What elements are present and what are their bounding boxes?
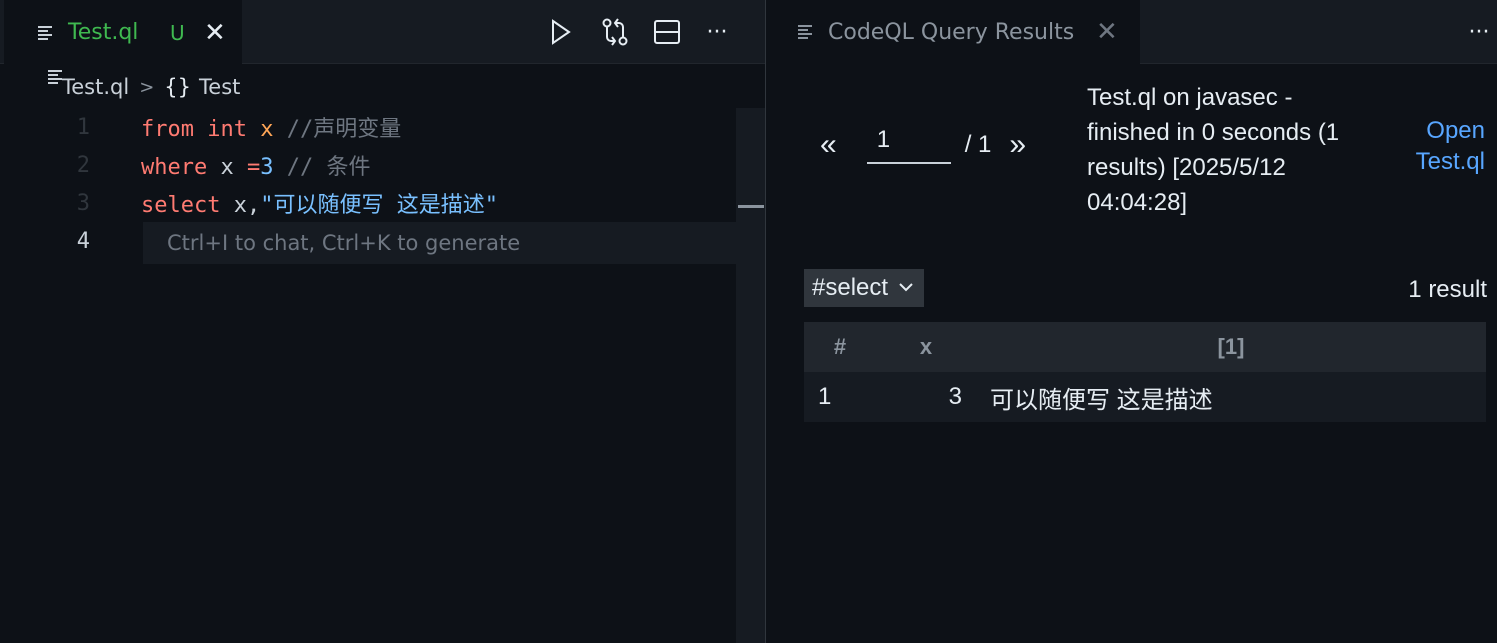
code-text: where x =3 // 条件: [141, 149, 370, 181]
close-icon[interactable]: ✕: [1096, 17, 1118, 47]
chevron-right-icon: >: [139, 76, 155, 98]
tab-codeql-results[interactable]: CodeQL Query Results ✕: [766, 0, 1140, 64]
breadcrumb-file[interactable]: Test.ql: [62, 75, 129, 99]
page-input[interactable]: 1: [866, 126, 951, 164]
comment: //声明变量: [286, 117, 402, 142]
query-summary: Test.ql on javasec - finished in 0 secon…: [1087, 84, 1340, 216]
number-literal: 3: [260, 155, 274, 180]
split-editor-icon[interactable]: [649, 14, 685, 50]
tab-test-ql[interactable]: Test.ql U ✕: [4, 0, 242, 64]
line-number: 3: [76, 190, 90, 216]
code-line: 2 where x =3 // 条件: [0, 146, 736, 184]
variable: x,: [233, 193, 261, 218]
results-pane: CodeQL Query Results ✕ ··· « 1 / 1 » Tes…: [766, 0, 1497, 643]
keyword: select: [141, 193, 221, 218]
results-tabbar: CodeQL Query Results ✕ ···: [766, 0, 1497, 64]
column-header-1[interactable]: [1]: [976, 322, 1486, 372]
chevron-down-icon: [898, 279, 914, 297]
keyword: from: [141, 117, 194, 142]
page-total: / 1: [964, 131, 992, 158]
more-actions-icon[interactable]: ···: [1461, 14, 1497, 50]
line-number: 4: [76, 228, 90, 254]
type-keyword: int: [207, 117, 247, 142]
file-lines-icon: [798, 25, 814, 39]
more-actions-icon[interactable]: ···: [699, 14, 735, 50]
comment: // 条件: [286, 155, 371, 180]
query-results: « 1 / 1 » Test.ql on javasec - finished …: [766, 64, 1497, 643]
run-icon[interactable]: [543, 14, 579, 50]
breadcrumb: Test.ql > {} Test: [48, 70, 240, 104]
open-query-link[interactable]: Open Test.ql: [1385, 115, 1485, 177]
code-editor[interactable]: 1 from int x //声明变量 2 where x =3 // 条件 3…: [0, 108, 765, 643]
pagination: « 1 / 1 »: [820, 126, 1026, 164]
string-literal: "可以随便写 这是描述": [260, 193, 498, 218]
code-text: from int x //声明变量: [141, 111, 401, 143]
untracked-badge: U: [170, 20, 185, 45]
editor-tabbar: Test.ql U ✕ ···: [0, 0, 765, 64]
table-row: 1 3 可以随便写 这是描述: [804, 372, 1486, 422]
file-lines-icon: [38, 25, 54, 40]
prev-page-button[interactable]: «: [820, 128, 837, 162]
next-page-button[interactable]: »: [1009, 128, 1026, 162]
result-set-value: #select: [812, 274, 889, 301]
inline-chat-hint: Ctrl+I to chat, Ctrl+K to generate: [143, 222, 763, 264]
code-line: 1 from int x //声明变量: [0, 108, 736, 146]
variable: x: [220, 155, 234, 180]
column-header-index[interactable]: #: [804, 322, 876, 372]
code-text: select x,"可以随便写 这是描述": [141, 187, 498, 219]
column-header-x[interactable]: x: [876, 322, 976, 372]
editor-pane: Test.ql U ✕ ··· Test.ql > {} Test 1 from…: [0, 0, 765, 643]
editor-actions: ···: [543, 0, 735, 64]
row-cell-x[interactable]: 3: [876, 372, 976, 422]
close-icon[interactable]: ✕: [204, 18, 226, 48]
row-cell-1[interactable]: 可以随便写 这是描述: [976, 372, 1486, 422]
line-number: 2: [76, 152, 90, 178]
line-number: 1: [76, 114, 90, 140]
row-index: 1: [804, 372, 876, 422]
results-actions: ···: [1461, 0, 1497, 64]
variable: x: [260, 117, 274, 142]
scrollbar-cursor-marker: [738, 205, 764, 208]
keyword: where: [141, 155, 208, 180]
result-count: 1 result: [1408, 276, 1487, 303]
braces-icon: {}: [164, 75, 192, 99]
results-table: # x [1] 1 3 可以随便写 这是描述: [804, 322, 1486, 422]
editor-scrollbar[interactable]: [736, 108, 765, 643]
compare-icon[interactable]: [597, 14, 633, 50]
breadcrumb-symbol[interactable]: Test: [199, 75, 240, 99]
tab-label: Test.ql: [68, 20, 139, 45]
table-header-row: # x [1]: [804, 322, 1486, 372]
operator: =: [246, 155, 261, 180]
result-set-select[interactable]: #select: [804, 269, 925, 307]
tab-label: CodeQL Query Results: [828, 19, 1075, 45]
code-line: 3 select x,"可以随便写 这是描述": [0, 184, 736, 222]
